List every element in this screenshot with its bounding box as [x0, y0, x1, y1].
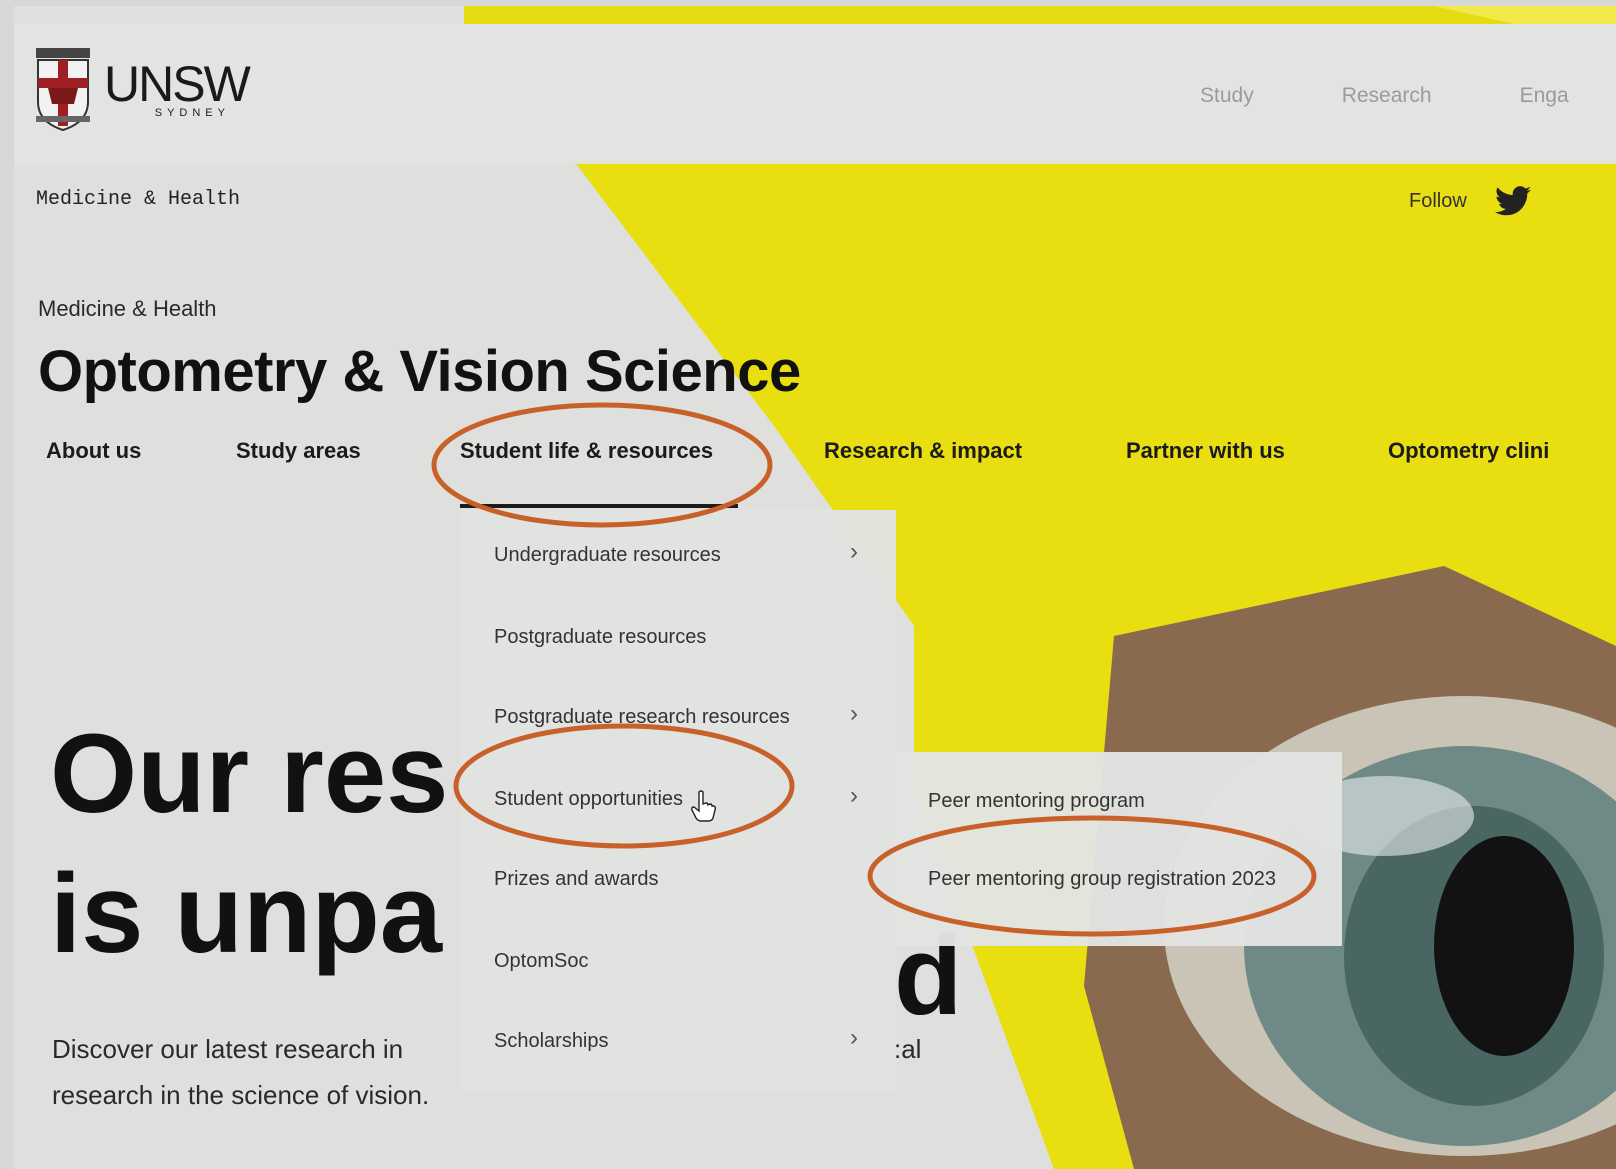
web-page: UNSW SYDNEY Study Research Enga Medicine… — [14, 6, 1616, 1169]
active-tab-indicator — [460, 504, 738, 508]
student-opportunities-submenu: Peer mentoring program Peer mentoring gr… — [896, 752, 1342, 946]
site-header: UNSW SYDNEY Study Research Enga — [14, 24, 1616, 164]
hero-line-1: Our res — [50, 711, 449, 836]
logo-wordmark: UNSW — [104, 56, 251, 112]
menu-prizes-awards[interactable]: Prizes and awards — [494, 868, 659, 891]
nav-partner[interactable]: Partner with us — [1126, 438, 1285, 464]
nav-student-life[interactable]: Student life & resources — [460, 438, 713, 464]
faculty-label: Medicine & Health — [38, 296, 217, 321]
utility-nav: Study Research Enga — [1200, 84, 1616, 108]
hero-heading: Our res is unpa — [50, 704, 448, 984]
chevron-right-icon[interactable]: › — [850, 700, 858, 728]
crest-icon — [36, 48, 90, 132]
nav-research-impact[interactable]: Research & impact — [824, 438, 1022, 464]
hero-line-2: is unpa — [50, 851, 443, 976]
top-nav-engage[interactable]: Enga — [1520, 84, 1569, 108]
faculty-breadcrumb[interactable]: Medicine & Health — [36, 188, 240, 211]
hero-description: Discover our latest research in research… — [52, 1026, 429, 1118]
chevron-right-icon[interactable]: › — [850, 1024, 858, 1052]
submenu-peer-mentoring-registration[interactable]: Peer mentoring group registration 2023 — [928, 866, 1308, 893]
top-nav-research[interactable]: Research — [1342, 84, 1432, 108]
nav-optometry-clinic[interactable]: Optometry clini — [1388, 438, 1549, 464]
follow-bar: Follow — [1409, 186, 1531, 216]
hand-pointer-icon — [691, 790, 716, 822]
page-title: Optometry & Vision Science — [38, 339, 801, 404]
hero-para-line-2: research in the science of vision. — [52, 1080, 430, 1110]
hero-para-tail: :al — [894, 1034, 922, 1064]
submenu-peer-mentoring-program[interactable]: Peer mentoring program — [928, 788, 1308, 815]
twitter-bird-icon[interactable] — [1494, 186, 1531, 216]
menu-postgraduate-resources[interactable]: Postgraduate resources — [494, 626, 706, 649]
menu-optomsoc[interactable]: OptomSoc — [494, 950, 588, 973]
student-life-dropdown: Undergraduate resources Postgraduate res… — [460, 510, 896, 1090]
menu-postgraduate-research-resources[interactable]: Postgraduate research resources — [494, 706, 790, 729]
menu-undergraduate-resources[interactable]: Undergraduate resources — [494, 544, 721, 567]
follow-label: Follow — [1409, 189, 1467, 212]
menu-student-opportunities[interactable]: Student opportunities — [494, 788, 683, 811]
chevron-right-icon[interactable]: › — [850, 782, 858, 810]
main-nav: About us Study areas Student life & reso… — [14, 438, 1616, 478]
menu-scholarships[interactable]: Scholarships — [494, 1030, 609, 1053]
nav-study-areas[interactable]: Study areas — [236, 438, 361, 464]
top-nav-study[interactable]: Study — [1200, 84, 1254, 108]
chevron-right-icon[interactable]: › — [850, 538, 858, 566]
nav-about-us[interactable]: About us — [46, 438, 141, 464]
unsw-logo[interactable]: UNSW SYDNEY — [34, 44, 251, 134]
hero-para-line-1: Discover our latest research in — [52, 1034, 404, 1064]
